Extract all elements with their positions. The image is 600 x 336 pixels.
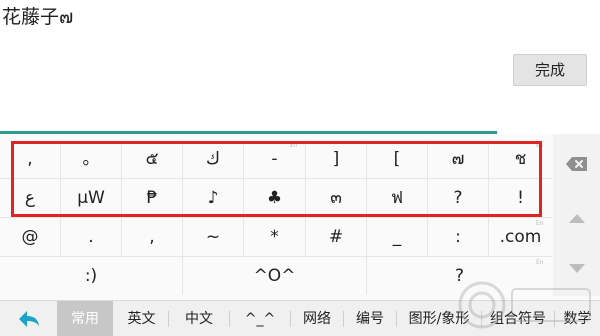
symbol-key[interactable]: .	[61, 218, 122, 256]
symbol-key[interactable]: ]	[306, 140, 367, 178]
symbol-row-3: @ . , ~ * # _ : .com En	[0, 218, 552, 256]
symbol-key[interactable]: ♣	[244, 179, 306, 217]
done-button[interactable]: 完成	[513, 54, 587, 86]
symbol-key[interactable]: #	[306, 218, 367, 256]
symbol-key[interactable]: ₱	[122, 179, 183, 217]
tab-common[interactable]: 常用	[57, 301, 113, 336]
backspace-icon[interactable]	[553, 156, 600, 178]
symbol-key[interactable]: ,	[122, 218, 183, 256]
symbol-key[interactable]: ع	[0, 179, 61, 217]
symbol-key[interactable]: µW	[61, 179, 122, 217]
symbol-key[interactable]: ๓	[306, 179, 367, 217]
en-corner-mark: En	[536, 220, 544, 227]
symbol-key[interactable]: @	[0, 218, 61, 256]
symbol-key[interactable]: [	[367, 140, 428, 178]
tab-chinese[interactable]: 中文	[169, 301, 229, 336]
scroll-up-icon[interactable]	[553, 210, 600, 228]
keyboard-side-controls	[553, 134, 600, 296]
symbol-key[interactable]: ๕	[122, 140, 183, 178]
symbol-key[interactable]: ?	[428, 179, 489, 217]
input-area[interactable]: 花藤子๗ 完成	[0, 0, 600, 131]
tab-numbering[interactable]: 编号	[344, 301, 396, 336]
symbol-key[interactable]: :	[428, 218, 489, 256]
en-corner-mark: En	[290, 142, 298, 149]
en-corner-mark: En	[536, 142, 544, 149]
emoticon-key[interactable]: ^O^	[183, 257, 367, 295]
symbol-key[interactable]: ♪	[183, 179, 244, 217]
tab-emoticon[interactable]: ^_^	[230, 301, 290, 336]
symbol-key[interactable]: 。	[61, 140, 122, 178]
symbol-key[interactable]: *	[244, 218, 306, 256]
composed-text[interactable]: 花藤子๗	[2, 5, 73, 29]
tab-network[interactable]: 网络	[291, 301, 343, 336]
symbol-row-1: , 。 ๕ ك - ] [ ๗ ช En En	[0, 140, 552, 178]
symbol-key[interactable]: ~	[183, 218, 244, 256]
symbol-key[interactable]: ฟ	[367, 179, 428, 217]
symbol-key[interactable]: ๗	[428, 140, 489, 178]
tab-english[interactable]: 英文	[115, 301, 168, 336]
en-corner-mark: En	[536, 259, 544, 266]
symbol-row-2: ع µW ₱ ♪ ♣ ๓ ฟ ? !	[0, 179, 552, 217]
symbol-key[interactable]: ك	[183, 140, 244, 178]
back-arrow-icon	[19, 311, 39, 327]
symbol-key[interactable]: !	[489, 179, 552, 217]
symbol-key[interactable]: ,	[0, 140, 61, 178]
back-button[interactable]	[0, 301, 56, 336]
symbol-key[interactable]: _	[367, 218, 428, 256]
emoticon-key[interactable]: :)	[0, 257, 183, 295]
watermark-logo	[458, 281, 591, 329]
